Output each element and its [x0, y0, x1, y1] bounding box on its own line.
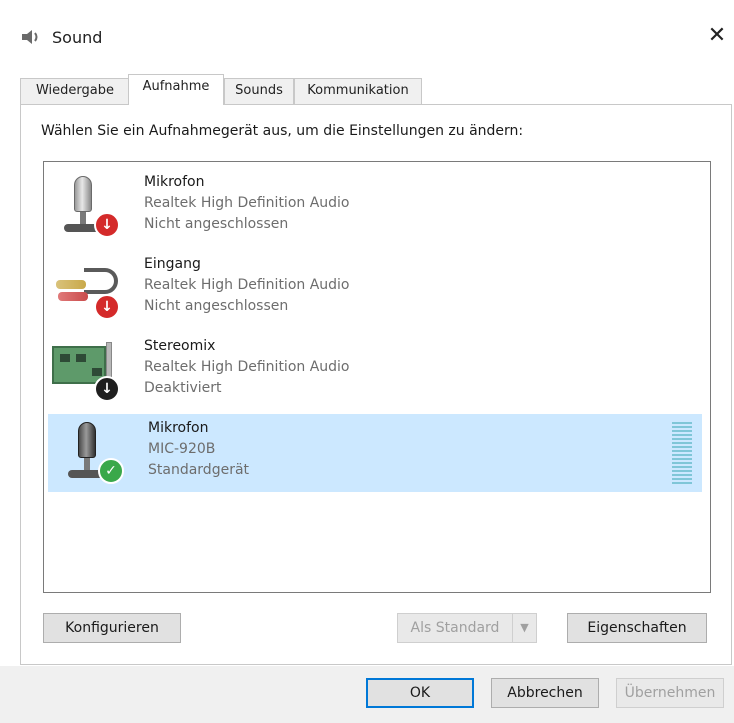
device-name: Stereomix — [144, 338, 216, 354]
line-in-cable-icon: ↓ — [50, 256, 130, 324]
microphone-icon: ↓ — [50, 174, 130, 242]
configure-button[interactable]: Konfigurieren — [43, 613, 181, 643]
device-item-mikrofon-mic-920b[interactable]: ✓ Mikrofon MIC-920B Standardgerät — [48, 414, 702, 492]
set-default-button[interactable]: Als Standard ▼ — [397, 613, 537, 643]
disabled-badge-icon: ↓ — [94, 376, 120, 402]
default-check-icon: ✓ — [98, 458, 124, 484]
device-name: Eingang — [144, 256, 201, 272]
tab-aufnahme[interactable]: Aufnahme — [128, 74, 224, 105]
tab-wiedergabe[interactable]: Wiedergabe — [20, 78, 130, 104]
title-bar: Sound ✕ — [0, 0, 734, 70]
microphone-icon: ✓ — [54, 420, 134, 488]
tab-sounds[interactable]: Sounds — [224, 78, 294, 104]
unplugged-badge-icon: ↓ — [94, 294, 120, 320]
device-name: Mikrofon — [144, 174, 205, 190]
sound-card-icon: ↓ — [50, 338, 130, 406]
chevron-down-icon[interactable]: ▼ — [512, 614, 536, 642]
window-title: Sound — [52, 28, 103, 47]
properties-button[interactable]: Eigenschaften — [567, 613, 707, 643]
device-status: Deaktiviert — [144, 380, 222, 396]
instruction-text: Wählen Sie ein Aufnahmegerät aus, um die… — [41, 123, 524, 139]
apply-button[interactable]: Übernehmen — [616, 678, 724, 708]
ok-button[interactable]: OK — [366, 678, 474, 708]
device-driver: Realtek High Definition Audio — [144, 195, 350, 211]
speaker-icon — [22, 30, 38, 44]
input-level-meter — [672, 422, 692, 484]
set-default-label: Als Standard — [410, 620, 500, 636]
device-list[interactable]: ↓ Mikrofon Realtek High Definition Audio… — [43, 161, 711, 593]
cancel-button[interactable]: Abbrechen — [491, 678, 599, 708]
device-item-eingang[interactable]: ↓ Eingang Realtek High Definition Audio … — [44, 250, 710, 328]
device-driver: Realtek High Definition Audio — [144, 359, 350, 375]
dialog-footer: OK Abbrechen Übernehmen — [0, 666, 734, 723]
device-name: Mikrofon — [148, 420, 209, 436]
device-driver: MIC-920B — [148, 441, 216, 457]
device-status: Nicht angeschlossen — [144, 216, 289, 232]
tab-kommunikation[interactable]: Kommunikation — [294, 78, 422, 104]
device-status: Nicht angeschlossen — [144, 298, 289, 314]
device-item-mikrofon-realtek[interactable]: ↓ Mikrofon Realtek High Definition Audio… — [44, 168, 710, 246]
unplugged-badge-icon: ↓ — [94, 212, 120, 238]
close-button[interactable]: ✕ — [706, 24, 728, 48]
recording-tab-panel: Wählen Sie ein Aufnahmegerät aus, um die… — [20, 104, 732, 665]
device-item-stereomix[interactable]: ↓ Stereomix Realtek High Definition Audi… — [44, 332, 710, 410]
device-driver: Realtek High Definition Audio — [144, 277, 350, 293]
device-status: Standardgerät — [148, 462, 250, 478]
